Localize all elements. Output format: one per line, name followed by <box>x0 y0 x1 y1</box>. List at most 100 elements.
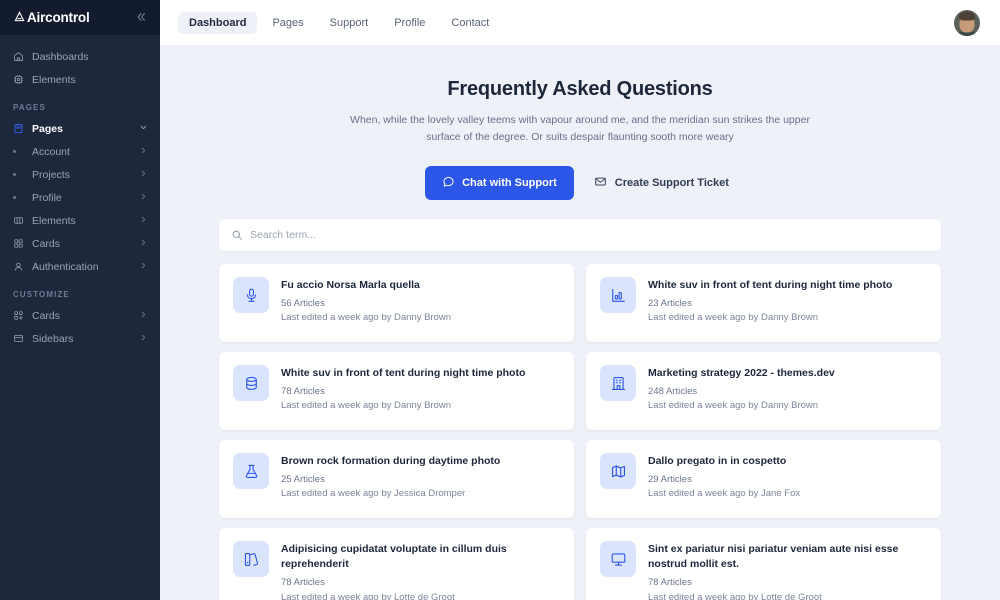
sidebar-item-sidebars[interactable]: Sidebars <box>0 327 160 350</box>
faq-card-meta: Last edited a week ago by Jessica Drompe… <box>281 488 466 500</box>
sidebar-item-label: Projects <box>32 168 70 181</box>
faq-card-body: White suv in front of tent during night … <box>281 365 560 417</box>
map-icon <box>600 453 636 489</box>
create-support-ticket-label: Create Support Ticket <box>614 177 729 189</box>
avatar[interactable] <box>954 9 980 36</box>
faq-card-meta: Last edited a week ago by Danny Brown <box>648 312 819 324</box>
faq-card[interactable]: Brown rock formation during daytime phot… <box>219 440 574 518</box>
tab-support[interactable]: Support <box>319 12 380 34</box>
sidebar-item-label: Elements <box>32 214 76 227</box>
grid-plus-icon <box>13 310 28 321</box>
sidebar-item-label: Cards <box>32 237 61 250</box>
hero-actions: Chat with Support Create Support Ticket <box>160 166 1000 200</box>
brand-logo[interactable]: Aircontrol <box>14 10 90 25</box>
faq-card-meta: Last edited a week ago by Lotte de Groot <box>648 591 822 600</box>
search-input[interactable] <box>250 229 929 241</box>
chat-with-support-label: Chat with Support <box>462 177 557 189</box>
sidebar-item-label: Dashboards <box>32 50 89 63</box>
sidebar-item-account[interactable]: Account <box>0 140 160 163</box>
search-icon <box>231 229 243 241</box>
bullet-icon <box>13 173 28 176</box>
sidebar-item-label: Cards <box>32 309 61 322</box>
faq-card[interactable]: Marketing strategy 2022 - themes.dev 248… <box>586 352 941 430</box>
brand-triangle-icon <box>14 10 25 25</box>
tab-contact[interactable]: Contact <box>440 12 500 34</box>
sidebar-item-label: Profile <box>32 191 62 204</box>
sidebar-nav: Dashboards Elements PAGES Pages Account … <box>0 35 160 350</box>
sidebar-item-customize-cards[interactable]: Cards <box>0 304 160 327</box>
faq-card-count: 23 Articles <box>648 298 692 310</box>
tab-pages[interactable]: Pages <box>261 12 314 34</box>
building-icon <box>600 365 636 401</box>
page-title: Frequently Asked Questions <box>447 78 713 100</box>
faq-card[interactable]: White suv in front of tent during night … <box>219 352 574 430</box>
search-bar[interactable] <box>219 219 941 251</box>
faq-card-meta: Last edited a week ago by Danny Brown <box>281 400 452 412</box>
tab-profile[interactable]: Profile <box>383 12 436 34</box>
faq-card-meta: Last edited a week ago by Danny Brown <box>648 400 819 412</box>
faq-card[interactable]: White suv in front of tent during night … <box>586 264 941 342</box>
faq-card[interactable]: Adipisicing cupidatat voluptate in cillu… <box>219 528 574 600</box>
user-icon <box>13 261 28 272</box>
sidebar-item-pages[interactable]: Pages <box>0 117 160 140</box>
database-icon <box>233 365 269 401</box>
topbar-tabs: Dashboard Pages Support Profile Contact <box>178 11 500 34</box>
faq-card-meta: Last edited a week ago by Lotte de Groot <box>281 591 455 600</box>
faq-card-title: Marketing strategy 2022 - themes.dev <box>648 367 835 379</box>
columns-icon <box>13 215 28 226</box>
faq-card-body: Dallo pregato in in cospetto 29 Articles… <box>648 453 927 505</box>
chevron-right-icon <box>139 238 148 249</box>
faq-card-body: White suv in front of tent during night … <box>648 277 927 329</box>
faq-hero: Frequently Asked Questions When, while t… <box>160 78 1000 200</box>
faq-card-title: White suv in front of tent during night … <box>648 279 893 291</box>
sidebar-item-profile[interactable]: Profile <box>0 186 160 209</box>
faq-card[interactable]: Sint ex pariatur nisi pariatur veniam au… <box>586 528 941 600</box>
sidebar-item-dashboards[interactable]: Dashboards <box>0 45 160 68</box>
chevron-right-icon <box>139 169 148 180</box>
sidebar: Aircontrol Dashboards Elements PAGES Pag… <box>0 0 160 600</box>
brand-name: Aircontrol <box>27 10 90 25</box>
faq-card-count: 78 Articles <box>281 577 325 589</box>
chat-with-support-button[interactable]: Chat with Support <box>425 166 574 200</box>
sidebar-item-cards[interactable]: Cards <box>0 232 160 255</box>
envelope-icon <box>594 175 607 191</box>
sidebar-item-elements[interactable]: Elements <box>0 68 160 91</box>
bullet-icon <box>13 196 28 199</box>
grid-icon <box>13 238 28 249</box>
faq-card-title: Dallo pregato in in cospetto <box>648 455 787 467</box>
app-root: Aircontrol Dashboards Elements PAGES Pag… <box>0 0 1000 600</box>
faq-card-body: Marketing strategy 2022 - themes.dev 248… <box>648 365 927 417</box>
sidebar-collapse-icon[interactable] <box>135 11 147 25</box>
chevron-right-icon <box>139 333 148 344</box>
monitor-icon <box>600 541 636 577</box>
faq-card-body: Fu accio Norsa Marla quella 56 Articles … <box>281 277 560 329</box>
faq-card-title: White suv in front of tent during night … <box>281 367 526 379</box>
faq-card-meta: Last edited a week ago by Danny Brown <box>281 312 452 324</box>
sidebar-item-label: Elements <box>32 73 76 86</box>
faq-card-meta: Last edited a week ago by Jane Fox <box>648 488 801 500</box>
faq-card-count: 78 Articles <box>281 386 325 398</box>
chevron-right-icon <box>139 146 148 157</box>
avatar-hair <box>959 11 975 21</box>
flask-icon <box>233 453 269 489</box>
sidebar-item-label: Authentication <box>32 260 99 273</box>
create-support-ticket-button[interactable]: Create Support Ticket <box>588 166 735 200</box>
faq-card-count: 29 Articles <box>648 474 692 486</box>
faq-card-count: 78 Articles <box>648 577 692 589</box>
sidebar-item-projects[interactable]: Projects <box>0 163 160 186</box>
chevron-right-icon <box>139 310 148 321</box>
sidebar-item-authentication[interactable]: Authentication <box>0 255 160 278</box>
chevron-right-icon <box>139 192 148 203</box>
faq-card-title: Fu accio Norsa Marla quella <box>281 279 420 291</box>
topbar: Dashboard Pages Support Profile Contact <box>160 0 1000 45</box>
faq-card-body: Brown rock formation during daytime phot… <box>281 453 560 505</box>
faq-card-title: Adipisicing cupidatat voluptate in cillu… <box>281 543 507 571</box>
faq-card-grid: Fu accio Norsa Marla quella 56 Articles … <box>219 264 941 600</box>
faq-card-count: 25 Articles <box>281 474 325 486</box>
faq-card-count: 248 Articles <box>648 386 698 398</box>
faq-card-body: Sint ex pariatur nisi pariatur veniam au… <box>648 541 927 600</box>
faq-card[interactable]: Fu accio Norsa Marla quella 56 Articles … <box>219 264 574 342</box>
tab-dashboard[interactable]: Dashboard <box>178 11 258 34</box>
sidebar-item-elements-pages[interactable]: Elements <box>0 209 160 232</box>
faq-card[interactable]: Dallo pregato in in cospetto 29 Articles… <box>586 440 941 518</box>
